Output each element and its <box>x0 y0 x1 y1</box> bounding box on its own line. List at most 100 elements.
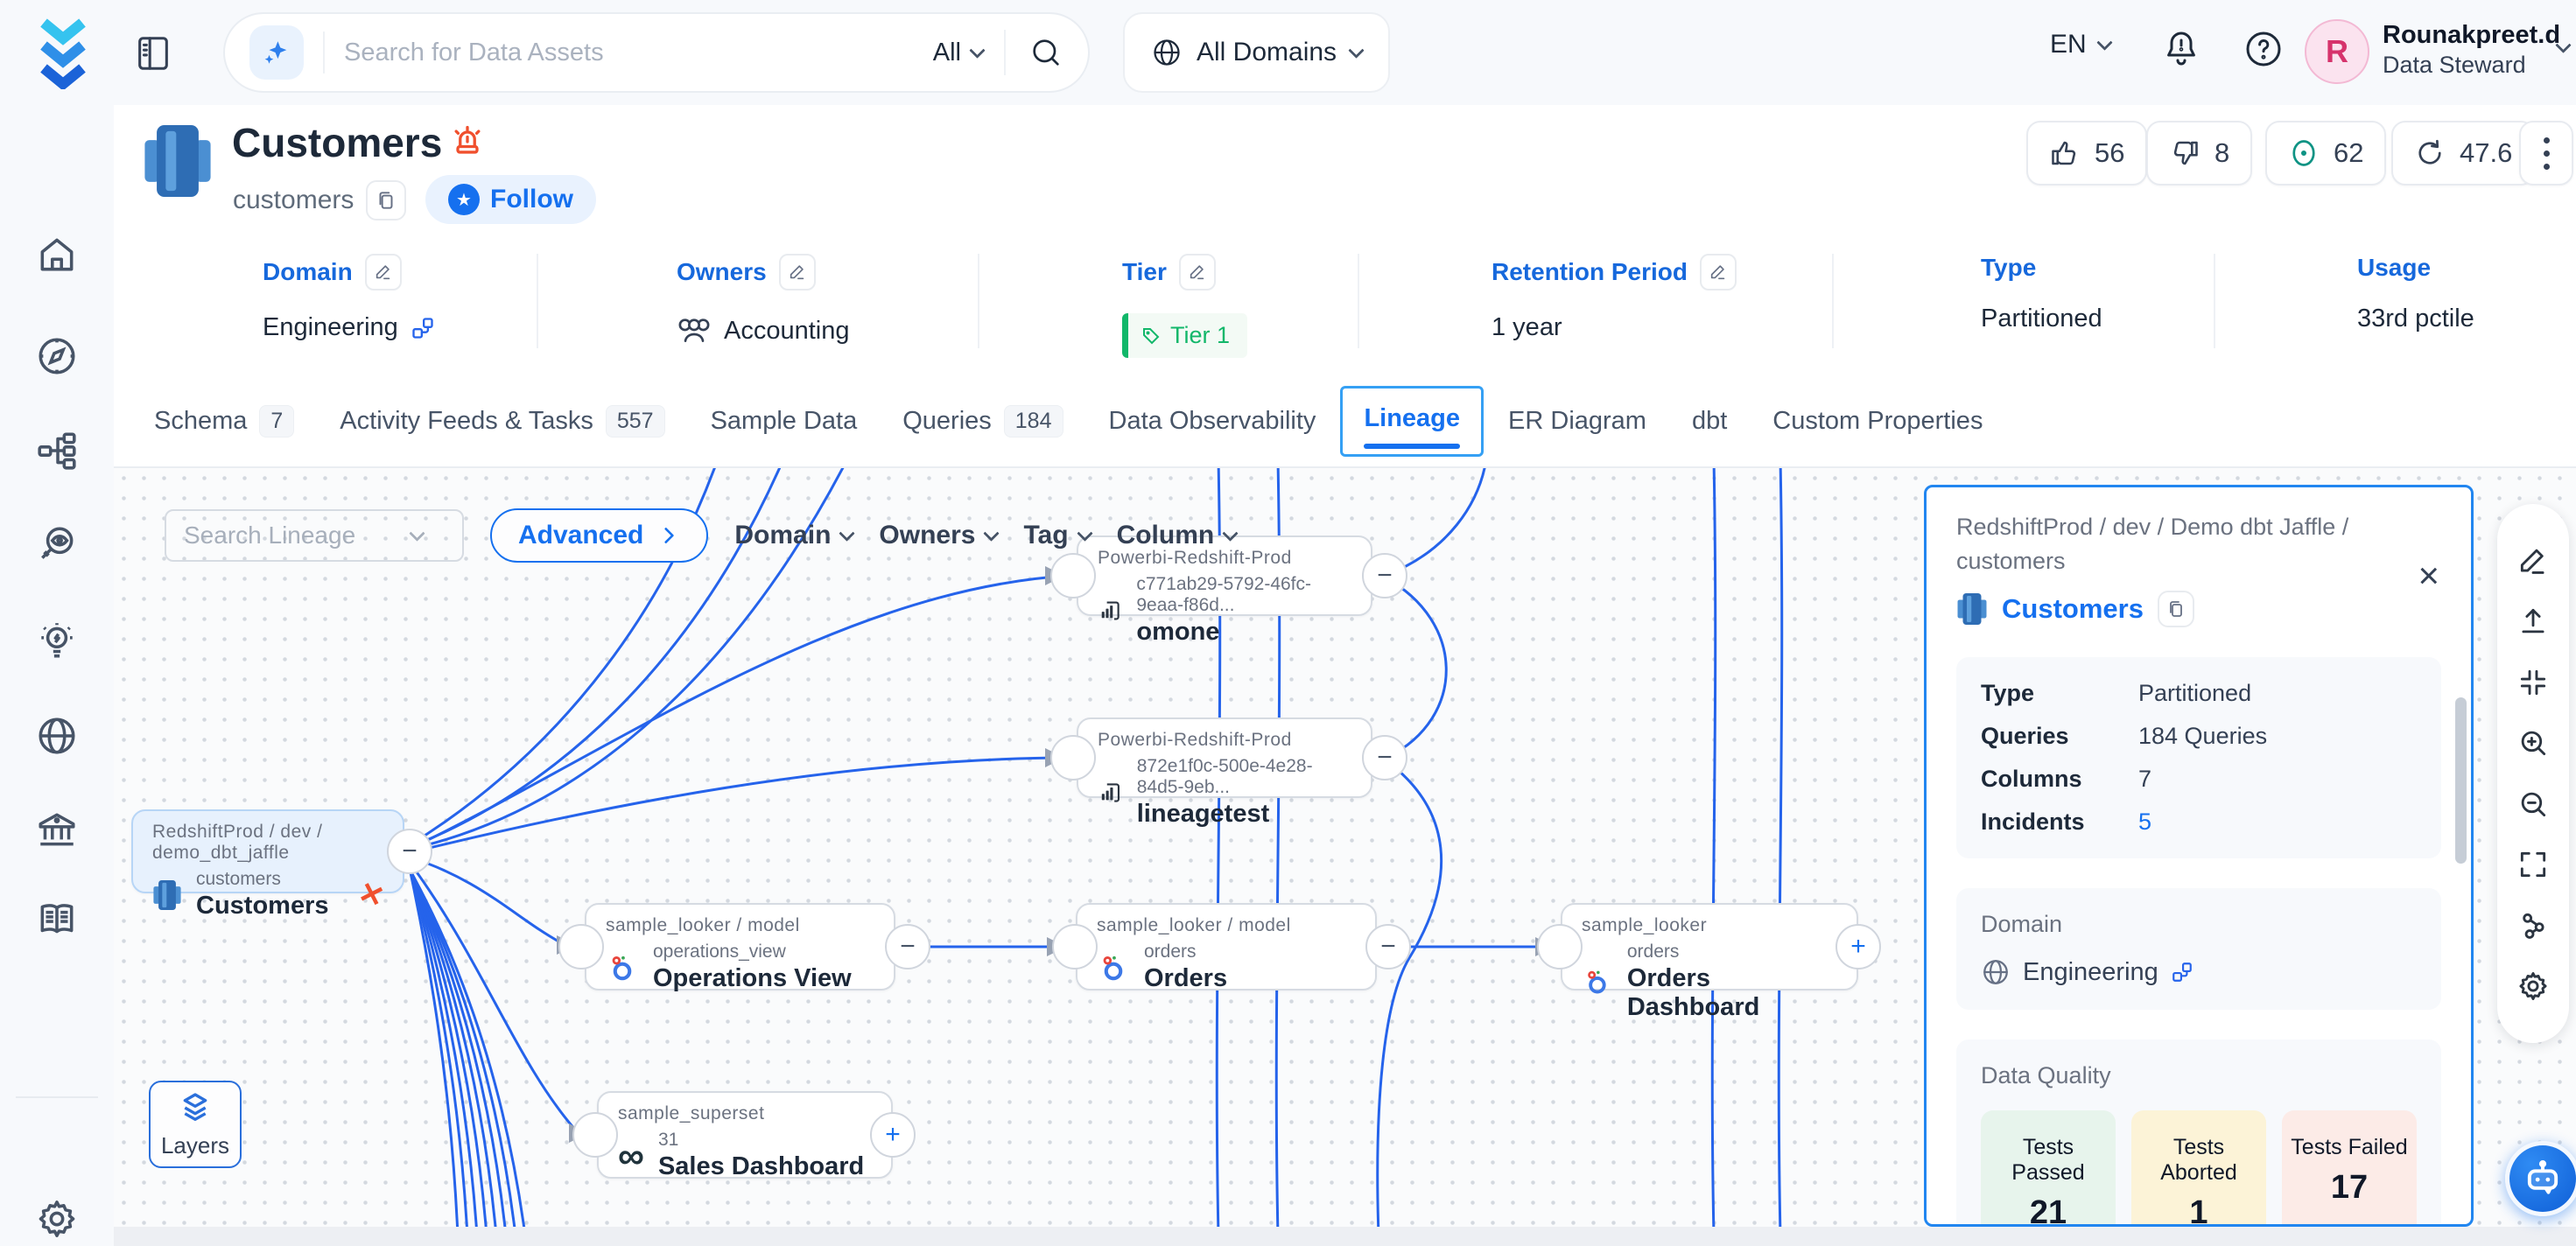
tab-sample-data[interactable]: Sample Data <box>711 407 858 436</box>
glossary-book-icon[interactable] <box>35 898 79 942</box>
filter-tag[interactable]: Tag <box>1023 521 1090 550</box>
port-in[interactable] <box>558 924 604 970</box>
copy-icon[interactable] <box>366 180 406 220</box>
collapse-port[interactable]: − <box>1362 553 1407 598</box>
more-actions-button[interactable] <box>2519 121 2573 186</box>
tab-lineage-active[interactable]: Lineage <box>1340 386 1484 457</box>
alert-siren-icon[interactable] <box>448 122 487 161</box>
lineage-search-input[interactable] <box>184 522 411 550</box>
chevron-down-icon <box>839 525 855 541</box>
zoom-in-icon[interactable] <box>2516 726 2550 760</box>
meta-label[interactable]: Owners <box>677 258 767 286</box>
meta-label[interactable]: Tier <box>1122 258 1167 286</box>
filter-domain[interactable]: Domain <box>734 521 853 550</box>
tab-data-observability[interactable]: Data Observability <box>1109 407 1316 436</box>
lineage-node-lineagetest[interactable]: Powerbi-Redshift-Prod 872e1f0c-500e-4e28… <box>1077 718 1372 798</box>
panel-domain-card: Domain Engineering <box>1956 888 2441 1010</box>
search-scope-select[interactable]: All <box>933 38 983 67</box>
language-selector[interactable]: EN <box>2050 30 2110 60</box>
search-icon[interactable] <box>1028 35 1063 70</box>
edit-icon[interactable] <box>1179 254 1216 290</box>
rearrange-layout-icon[interactable] <box>2516 909 2550 942</box>
port-in[interactable] <box>1050 553 1096 598</box>
lineage-node-orders-dashboard[interactable]: sample_looker ordersOrders Dashboard <box>1561 903 1858 990</box>
edit-icon[interactable] <box>1700 254 1737 290</box>
lineage-node-operations-view[interactable]: sample_looker / model operations_viewOpe… <box>585 903 895 990</box>
search-input[interactable] <box>344 38 933 67</box>
insights-bulb-icon[interactable] <box>35 620 79 663</box>
filter-owners[interactable]: Owners <box>879 521 997 550</box>
tab-activity-feeds[interactable]: Activity Feeds & Tasks557 <box>340 405 664 438</box>
lineage-node-sales-dashboard[interactable]: sample_superset ∞ 31Sales Dashboard <box>597 1091 893 1179</box>
edit-lineage-icon[interactable] <box>2516 544 2550 578</box>
home-icon[interactable] <box>35 233 79 276</box>
meta-label[interactable]: Retention Period <box>1492 258 1688 286</box>
expand-port[interactable]: + <box>1835 924 1881 970</box>
fullscreen-icon[interactable] <box>2516 848 2550 881</box>
govern-bank-icon[interactable] <box>35 808 79 852</box>
advanced-lineage-button[interactable]: Advanced <box>490 508 708 563</box>
tab-schema[interactable]: Schema7 <box>154 405 294 438</box>
expand-port[interactable]: + <box>870 1112 916 1158</box>
port-in[interactable] <box>572 1112 618 1158</box>
layers-button[interactable]: Layers <box>149 1081 242 1168</box>
tab-dbt[interactable]: dbt <box>1692 407 1727 436</box>
all-domains-selector[interactable]: All Domains <box>1123 12 1390 93</box>
thumbs-down-icon <box>2169 137 2200 169</box>
app-logo-icon[interactable] <box>30 16 96 89</box>
incident-icon[interactable]: ✕ <box>354 874 388 915</box>
panel-entity-link[interactable]: Customers <box>2002 593 2144 625</box>
watch-count-button[interactable]: 62 <box>2265 121 2386 186</box>
entity-header: Customers customers ★ Follow 56 8 62 47.… <box>114 105 2576 236</box>
upvote-button[interactable]: 56 <box>2026 121 2147 186</box>
panel-scrollbar[interactable] <box>2455 697 2467 864</box>
user-menu[interactable]: Rounakpreet.d Data Steward <box>2383 19 2560 80</box>
robot-icon <box>2520 1156 2565 1201</box>
port-in[interactable] <box>1537 924 1583 970</box>
global-search[interactable]: All <box>223 12 1090 93</box>
export-icon[interactable] <box>2516 605 2550 638</box>
tab-queries[interactable]: Queries184 <box>902 405 1063 438</box>
notifications-bell-icon[interactable] <box>2160 28 2202 70</box>
zoom-out-icon[interactable] <box>2516 788 2550 821</box>
edit-icon[interactable] <box>365 254 402 290</box>
entity-fqn: customers <box>233 186 354 215</box>
close-icon[interactable]: × <box>2418 557 2439 594</box>
collapse-port[interactable]: − <box>1365 924 1411 970</box>
domain-link[interactable]: Engineering <box>2023 958 2158 987</box>
tab-er-diagram[interactable]: ER Diagram <box>1508 407 1646 436</box>
user-avatar[interactable]: R <box>2305 19 2369 84</box>
collapse-port[interactable]: − <box>387 829 432 874</box>
refresh-score-button[interactable]: 47.6 <box>2391 121 2535 186</box>
panel-data-quality-card: Data Quality Tests Passed 21 Tests Abort… <box>1956 1040 2441 1227</box>
edit-icon[interactable] <box>779 254 816 290</box>
observability-icon[interactable] <box>35 523 79 567</box>
help-icon[interactable] <box>2243 28 2285 70</box>
meta-label[interactable]: Domain <box>263 258 353 286</box>
tier-badge[interactable]: Tier 1 <box>1122 313 1247 358</box>
lineage-node-orders[interactable]: sample_looker / model ordersOrders <box>1076 903 1377 990</box>
domains-globe-icon[interactable] <box>35 714 79 758</box>
sidebar-toggle-icon[interactable] <box>133 33 173 74</box>
filter-column[interactable]: Column <box>1117 521 1237 550</box>
downvote-button[interactable]: 8 <box>2146 121 2252 186</box>
platform-lineage-icon[interactable] <box>35 429 79 472</box>
port-in[interactable] <box>1050 735 1096 780</box>
breadcrumb[interactable]: RedshiftProd / dev / Demo dbt Jaffle / c… <box>1956 510 2411 578</box>
lineage-search-select[interactable] <box>165 509 464 562</box>
collapse-port[interactable]: − <box>885 924 930 970</box>
collapse-port[interactable]: − <box>1362 735 1407 780</box>
chevron-down-icon <box>984 525 1000 541</box>
assistant-bot-button[interactable] <box>2505 1141 2576 1216</box>
ai-sparkle-icon[interactable] <box>249 25 304 80</box>
settings-gear-icon[interactable] <box>2516 970 2550 1003</box>
copy-icon[interactable] <box>2158 591 2194 627</box>
port-in[interactable] <box>1052 924 1098 970</box>
explore-compass-icon[interactable] <box>35 334 79 378</box>
incidents-link[interactable]: 5 <box>2138 808 2151 836</box>
tab-custom-properties[interactable]: Custom Properties <box>1772 407 1983 436</box>
fit-view-icon[interactable] <box>2516 666 2550 699</box>
lineage-node-customers[interactable]: RedshiftProd / dev / demo_dbt_jaffle cus… <box>131 809 404 893</box>
settings-gear-icon[interactable] <box>35 1197 79 1241</box>
follow-button[interactable]: ★ Follow <box>425 175 596 224</box>
